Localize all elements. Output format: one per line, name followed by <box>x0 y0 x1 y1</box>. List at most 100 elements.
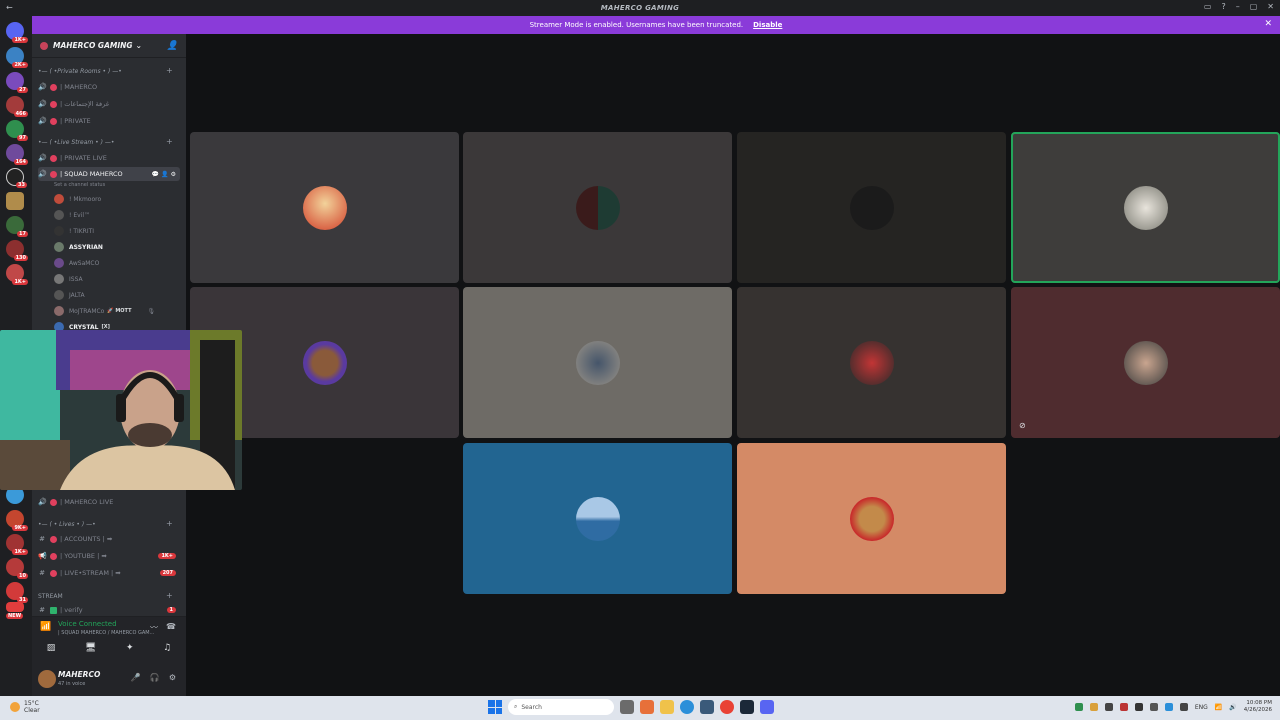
add-member-icon[interactable]: 👤 <box>161 171 168 178</box>
avatar[interactable] <box>38 670 56 688</box>
file-explorer-icon[interactable] <box>660 700 674 714</box>
wifi-icon[interactable]: 📶 <box>1215 704 1222 711</box>
text-channel-youtube[interactable]: 📢 | YOUTUBE | ➡ 1K+ <box>38 549 180 563</box>
channel-status[interactable]: Set a channel status <box>54 182 105 188</box>
taskbar-search[interactable]: ⌕ Search <box>508 699 614 715</box>
noise-suppression-icon[interactable]: 〰 <box>150 622 158 633</box>
tray-icon[interactable] <box>1074 703 1083 711</box>
voice-channel-meetings[interactable]: 🔊 | غرفة الإجتماعات <box>38 97 180 111</box>
voice-user[interactable]: ! Evil™ <box>54 208 90 222</box>
minimize-icon[interactable]: – <box>1236 2 1240 11</box>
screen-share-icon[interactable]: 🖥 <box>85 643 96 653</box>
category-live-stream[interactable]: •— ( •Live Stream • ) —• + <box>38 137 173 146</box>
participant-tile[interactable] <box>737 443 1006 594</box>
voice-user[interactable]: AwSaMCO <box>54 256 99 270</box>
voice-user[interactable]: JALTA <box>54 288 85 302</box>
server-icon[interactable]: 31 <box>6 582 28 603</box>
settings-icon[interactable]: ⚙ <box>171 171 176 178</box>
voice-channel-private-live[interactable]: 🔊 | PRIVATE LIVE <box>38 151 180 165</box>
participant-tile[interactable] <box>737 132 1006 283</box>
disconnect-icon[interactable]: ☎ <box>166 622 176 633</box>
help-icon[interactable]: ? <box>1221 2 1225 11</box>
server-icon[interactable]: 27 <box>6 72 28 93</box>
tray-icon[interactable] <box>1134 703 1143 711</box>
microphone-icon[interactable]: 🎤 <box>131 673 141 682</box>
activities-icon[interactable]: ✦ <box>126 643 134 653</box>
server-icon[interactable]: 10 <box>6 558 28 579</box>
edge-icon[interactable] <box>680 700 694 714</box>
text-channel-verify[interactable]: # | verify 1 <box>38 603 180 617</box>
app-icon[interactable] <box>640 700 654 714</box>
tray-icon[interactable] <box>1089 703 1098 711</box>
voice-status[interactable]: Voice Connected <box>58 620 117 628</box>
participant-tile[interactable]: ⊘ <box>1011 287 1280 438</box>
voice-channel-squad-maherco[interactable]: 🔊 | SQUAD MAHERCO 💬 👤 ⚙ <box>38 167 180 181</box>
voice-channel-private[interactable]: 🔊 | PRIVATE <box>38 114 180 128</box>
start-button[interactable] <box>488 700 502 714</box>
participant-tile[interactable] <box>463 132 732 283</box>
back-arrow-icon[interactable]: ← <box>6 3 13 12</box>
clock[interactable]: 10:08 PM 4/26/2026 <box>1244 700 1272 714</box>
language-indicator[interactable]: ENG <box>1195 704 1208 711</box>
disable-streamer-mode-button[interactable]: Disable <box>753 21 782 29</box>
camera-off-icon[interactable]: ▨ <box>47 643 56 653</box>
server-icon[interactable]: 164 <box>6 144 28 165</box>
discord-icon[interactable] <box>760 700 774 714</box>
server-icon[interactable] <box>6 192 24 210</box>
voice-location[interactable]: | SQUAD MAHERCO / MAHERCO GAM... <box>58 630 154 636</box>
bluetooth-icon[interactable] <box>1164 703 1173 711</box>
voice-channel-maherco[interactable]: 🔊 | MAHERCO <box>38 80 180 94</box>
server-icon[interactable]: 130 <box>6 240 28 261</box>
server-icon[interactable]: 2K+ <box>6 47 28 68</box>
app-icon[interactable] <box>700 700 714 714</box>
volume-icon[interactable]: 🔊 <box>1229 704 1236 711</box>
steam-icon[interactable] <box>740 700 754 714</box>
chat-icon[interactable]: 💬 <box>152 171 159 178</box>
category-private-rooms[interactable]: •— ( •Private Rooms • ) —• + <box>38 66 173 75</box>
server-icon[interactable]: 97 <box>6 120 28 141</box>
server-icon[interactable]: 466 <box>6 96 28 117</box>
weather-widget[interactable]: 15°C Clear <box>10 700 40 714</box>
user-name[interactable]: MAHERCO <box>58 670 100 679</box>
server-icon[interactable]: 17 <box>6 216 28 237</box>
voice-user[interactable]: ISSA <box>54 272 83 286</box>
tray-icon[interactable] <box>1119 703 1128 711</box>
headphones-icon[interactable]: 🎧 <box>150 673 160 682</box>
invite-people-icon[interactable]: 👤 <box>167 41 178 51</box>
voice-user[interactable]: MoJTRAMCo 🚀 MOTT 🎙 <box>54 304 155 318</box>
task-view-icon[interactable] <box>620 700 634 714</box>
home-server-icon[interactable]: 1K+ <box>6 22 28 43</box>
maximize-icon[interactable]: ▢ <box>1250 2 1258 11</box>
server-icon[interactable]: 9K+ <box>6 510 28 531</box>
server-icon[interactable]: 1K+ <box>6 534 28 555</box>
category-lives[interactable]: •— ( • Lives • ) —• + <box>38 519 173 528</box>
category-stream[interactable]: STREAM + <box>38 591 173 600</box>
inbox-icon[interactable]: ▭ <box>1204 2 1212 11</box>
participant-tile[interactable] <box>737 287 1006 438</box>
guild-header[interactable]: MAHERCO GAMING ⌄ 👤 <box>32 34 186 58</box>
tray-icon[interactable] <box>1179 703 1188 711</box>
voice-user[interactable]: ! Mkmooro <box>54 192 101 206</box>
voice-user[interactable]: ! TIKRITI <box>54 224 94 238</box>
chrome-icon[interactable] <box>720 700 734 714</box>
text-channel-accounts[interactable]: # | ACCOUNTS | ➡ <box>38 532 180 546</box>
server-icon[interactable]: 1K+ <box>6 264 28 285</box>
close-banner-icon[interactable]: ✕ <box>1264 19 1272 29</box>
participant-tile[interactable] <box>463 287 732 438</box>
gear-icon[interactable]: ⚙ <box>169 673 176 682</box>
close-window-icon[interactable]: ✕ <box>1267 2 1274 11</box>
add-channel-icon[interactable]: + <box>166 519 173 528</box>
participant-tile-speaking[interactable] <box>1011 132 1280 283</box>
add-channel-icon[interactable]: + <box>166 66 173 75</box>
tray-icon[interactable] <box>1104 703 1113 711</box>
tray-icon[interactable] <box>1149 703 1158 711</box>
participant-tile[interactable] <box>463 443 732 594</box>
add-channel-icon[interactable]: + <box>166 591 173 600</box>
soundboard-icon[interactable]: ♫ <box>163 643 171 653</box>
add-channel-icon[interactable]: + <box>166 137 173 146</box>
voice-user[interactable]: ASSYRIAN <box>54 240 103 254</box>
text-channel-live-stream[interactable]: # | LIVE•STREAM | ➡ 207 <box>38 566 180 580</box>
server-icon[interactable]: 33 <box>6 168 27 188</box>
participant-tile[interactable] <box>190 132 459 283</box>
voice-channel-maherco-live[interactable]: 🔊 | MAHERCO LIVE <box>38 495 180 509</box>
